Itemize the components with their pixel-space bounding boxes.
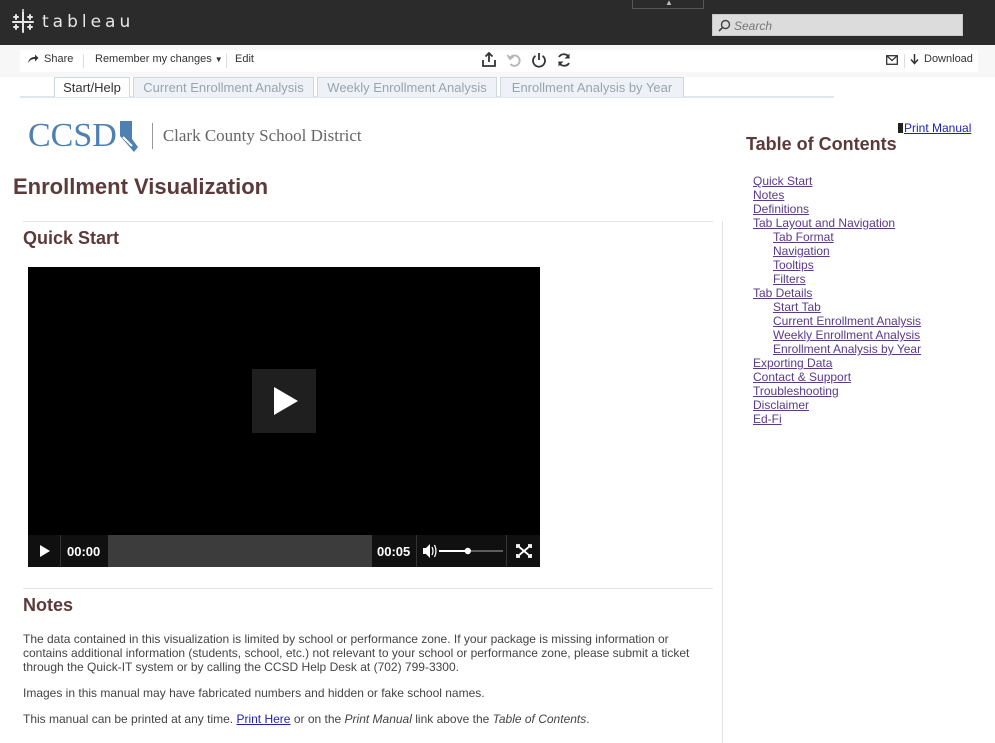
toc-link[interactable]: Quick Start — [753, 174, 983, 188]
tab-weekly-enrollment[interactable]: Weekly Enrollment Analysis — [317, 77, 497, 97]
volume-icon — [423, 544, 503, 558]
toc-link[interactable]: Troubleshooting — [753, 384, 983, 398]
play-icon — [40, 545, 50, 557]
tab-start-help[interactable]: Start/Help — [54, 77, 130, 97]
toc-link[interactable]: Start Tab — [753, 300, 983, 314]
text: or on the — [290, 712, 345, 726]
text: Print Manual — [344, 712, 412, 726]
tableau-mark-icon — [12, 9, 34, 33]
caret-down-icon: ▼ — [214, 54, 223, 64]
column-divider — [722, 221, 723, 743]
search-box — [712, 14, 963, 36]
toc-link[interactable]: Definitions — [753, 202, 983, 216]
print-marker-icon — [898, 123, 903, 133]
notes-paragraph: This manual can be printed at any time. … — [23, 712, 713, 726]
toc-link[interactable]: Tab Format — [753, 230, 983, 244]
toolbar: Share Remember my changes ▼ Edit Downloa… — [0, 45, 995, 77]
notes-heading: Notes — [23, 595, 74, 615]
notes-paragraph: The data contained in this visualization… — [23, 632, 690, 674]
search-input[interactable] — [734, 17, 959, 34]
dashboard-tabs: Start/Help Current Enrollment Analysis W… — [20, 77, 834, 98]
logo-divider — [151, 123, 153, 149]
toc-link[interactable]: Contact & Support — [753, 370, 983, 384]
share-button[interactable]: Share — [27, 53, 73, 65]
refresh-icon[interactable] — [556, 52, 572, 68]
ccsd-logo: CCSD Clark County School District — [28, 117, 362, 155]
notes-paragraph: Images in this manual may have fabricate… — [23, 686, 485, 700]
share-label: Share — [44, 53, 74, 65]
toc-link[interactable]: Weekly Enrollment Analysis — [753, 328, 983, 342]
email-icon[interactable] — [886, 55, 898, 65]
divider — [23, 588, 713, 589]
share-arrow-icon — [28, 54, 39, 63]
print-manual-link[interactable]: Print Manual — [898, 121, 971, 135]
toc-link[interactable]: Enrollment Analysis by Year — [753, 342, 983, 356]
page-title: Enrollment Visualization — [13, 174, 269, 199]
download-button[interactable]: Download — [910, 53, 973, 65]
pause-updates-icon[interactable] — [531, 52, 547, 68]
print-manual-label: Print Manual — [904, 121, 972, 135]
dashboard-content: CCSD Clark County School District Enroll… — [0, 100, 995, 743]
toolbar-divider — [226, 54, 227, 68]
play-icon — [274, 387, 298, 415]
ccsd-acronym: CCSD — [28, 117, 117, 154]
toc-link[interactable]: Exporting Data — [753, 356, 983, 370]
text: Table of Contents — [492, 712, 587, 726]
app-root: tableau ▲ Share Remember my changes ▼ — [0, 0, 995, 743]
toc-link[interactable]: Filters — [753, 272, 983, 286]
chevron-up-icon: ▲ — [665, 0, 673, 7]
toc-heading: Table of Contents — [746, 134, 897, 154]
toc-link[interactable]: Current Enrollment Analysis — [753, 314, 983, 328]
text: This manual can be printed at any time. — [23, 712, 237, 726]
remember-label: Remember my changes — [95, 53, 212, 65]
download-arrow-icon — [910, 53, 919, 65]
edit-button[interactable]: Edit — [235, 53, 254, 65]
volume-control[interactable] — [416, 535, 506, 567]
video-controls: 00:00 00:05 — [28, 535, 540, 567]
tableau-logo[interactable]: tableau — [10, 9, 134, 35]
big-play-button[interactable] — [252, 369, 316, 433]
toolbar-divider — [904, 54, 905, 68]
toc-link[interactable]: Tooltips — [753, 258, 983, 272]
toolbar-divider — [83, 54, 84, 68]
toolbar-inner: Share Remember my changes ▼ Edit Downloa… — [20, 50, 978, 72]
text: . — [586, 712, 590, 726]
nevada-state-icon — [119, 121, 138, 152]
current-time: 00:00 — [67, 544, 101, 559]
search-icon — [718, 19, 731, 32]
toc-link[interactable]: Disclaimer — [753, 398, 983, 412]
tab-current-enrollment[interactable]: Current Enrollment Analysis — [133, 77, 314, 97]
quick-start-heading: Quick Start — [23, 228, 120, 248]
toc-link[interactable]: Ed-Fi — [753, 412, 983, 426]
progress-bar[interactable] — [108, 535, 372, 567]
text: link above the — [411, 712, 493, 726]
fullscreen-button[interactable] — [506, 535, 540, 567]
undo-icon[interactable] — [506, 52, 522, 68]
export-icon[interactable] — [481, 52, 497, 68]
collapse-tab[interactable]: ▲ — [632, 0, 704, 9]
table-of-contents: Quick Start Notes Definitions Tab Layout an… — [753, 174, 983, 426]
download-label: Download — [924, 53, 973, 65]
toc-link[interactable]: Notes — [753, 188, 983, 202]
top-bar: tableau ▲ — [0, 0, 995, 45]
print-here-link[interactable]: Print Here — [236, 712, 290, 726]
fullscreen-icon — [516, 544, 532, 558]
play-button[interactable] — [28, 535, 61, 567]
duration: 00:05 — [377, 544, 411, 559]
tab-enrollment-by-year[interactable]: Enrollment Analysis by Year — [500, 77, 684, 97]
toc-link[interactable]: Navigation — [753, 244, 983, 258]
edit-label: Edit — [235, 53, 254, 65]
district-name: Clark County School District — [162, 126, 362, 145]
toc-link[interactable]: Tab Details — [753, 286, 983, 300]
divider — [23, 221, 713, 222]
toc-link[interactable]: Tab Layout and Navigation — [753, 216, 983, 230]
video-player[interactable]: 00:00 00:05 — [28, 267, 540, 567]
brand-name: tableau — [42, 12, 135, 32]
remember-changes-button[interactable]: Remember my changes ▼ — [95, 53, 223, 65]
